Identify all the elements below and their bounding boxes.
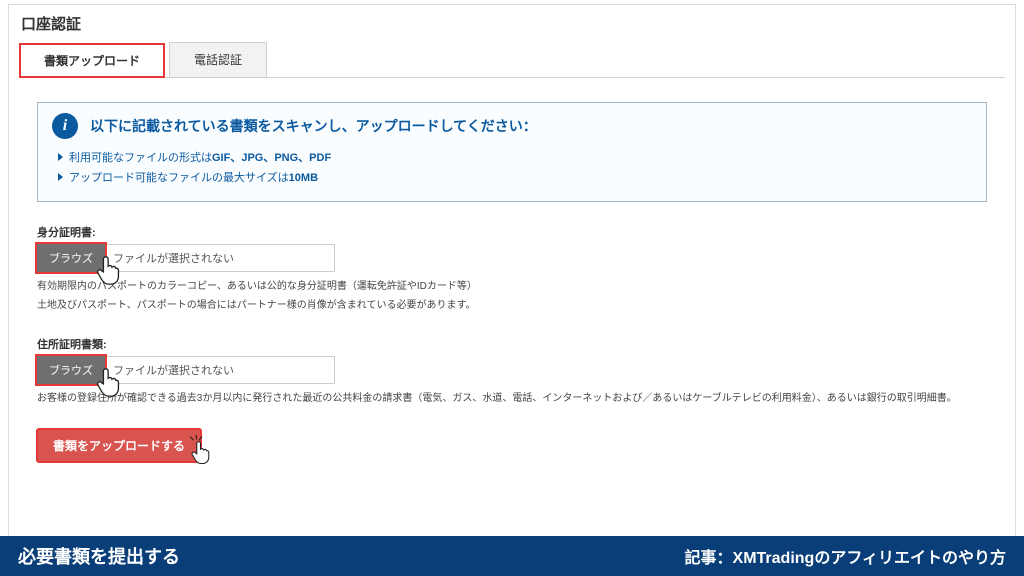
footer-banner: 必要書類を提出する 記事：XMTradingのアフィリエイトのやり方 <box>0 536 1024 576</box>
info-icon: i <box>52 113 78 139</box>
info-size-pre: アップロード可能なファイルの最大サイズは <box>69 172 289 184</box>
address-help: お客様の登録住所が確認できる過去3か月以内に発行された最近の公共料金の請求書（電… <box>37 390 987 407</box>
banner-left-text: 必要書類を提出する <box>18 543 180 569</box>
id-browse-button[interactable]: ブラウズ <box>37 244 105 272</box>
info-size-bold: 10MB <box>289 172 318 184</box>
tab-phone-verification[interactable]: 電話認証 <box>169 42 267 77</box>
page-title: 口座認証 <box>19 11 1005 42</box>
id-document-section: 身分証明書: ブラウズ ファイルが選択されない 有効期限内のパスポートのカラーコ… <box>37 224 987 314</box>
info-box: i 以下に記載されている書類をスキャンし、アップロードしてください： 利用可能な… <box>37 102 987 202</box>
bullet-icon <box>58 153 63 161</box>
info-title: 以下に記載されている書類をスキャンし、アップロードしてください： <box>90 116 537 136</box>
banner-right-text: 記事：XMTradingのアフィリエイトのやり方 <box>685 544 1006 568</box>
tabbar: 書類アップロード 電話認証 <box>19 42 1005 78</box>
info-formats-bold: GIF、JPG、PNG、PDF <box>212 152 331 164</box>
address-file-name: ファイルが選択されない <box>105 356 335 384</box>
id-help-1: 有効期限内のパスポートのカラーコピー、あるいは公的な身分証明書（運転免許証やID… <box>37 278 987 295</box>
id-document-label: 身分証明書: <box>37 224 987 240</box>
id-file-name: ファイルが選択されない <box>105 244 335 272</box>
info-formats-pre: 利用可能なファイルの形式は <box>69 152 212 164</box>
submit-row: 書類をアップロードする <box>37 429 987 462</box>
info-formats: 利用可能なファイルの形式はGIF、JPG、PNG、PDF <box>58 149 972 165</box>
bullet-icon <box>58 173 63 181</box>
address-document-section: 住所証明書類: ブラウズ ファイルが選択されない お客様の登録住所が確認できる過… <box>37 336 987 407</box>
address-document-label: 住所証明書類: <box>37 336 987 352</box>
id-help-2: 土地及びパスポート、パスポートの場合にはパートナー様の肖像が含まれている必要があ… <box>37 297 987 314</box>
upload-submit-button[interactable]: 書類をアップロードする <box>37 429 201 462</box>
tab-document-upload[interactable]: 書類アップロード <box>19 43 165 78</box>
tab-content: i 以下に記載されている書類をスキャンし、アップロードしてください： 利用可能な… <box>19 78 1005 462</box>
account-verification-panel: 口座認証 書類アップロード 電話認証 i 以下に記載されている書類をスキャンし、… <box>8 4 1016 544</box>
address-browse-button[interactable]: ブラウズ <box>37 356 105 384</box>
info-size: アップロード可能なファイルの最大サイズは10MB <box>58 169 972 185</box>
